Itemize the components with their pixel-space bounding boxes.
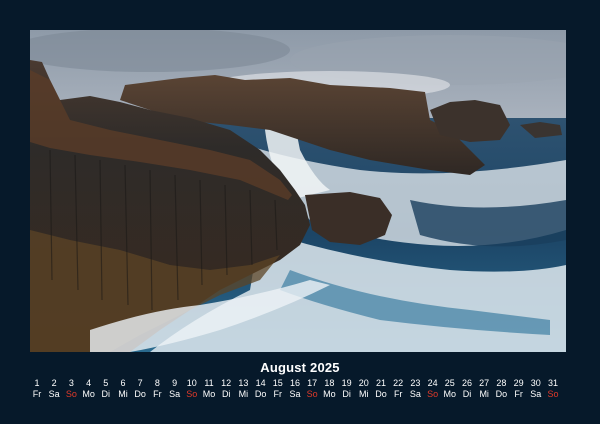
calendar-day: 11 Mo <box>201 378 217 400</box>
calendar-day: 24 So <box>425 378 441 400</box>
day-number: 30 <box>530 378 541 388</box>
day-number: 8 <box>154 378 160 388</box>
day-number: 3 <box>68 378 74 388</box>
calendar-day: 18 Mo <box>321 378 337 400</box>
day-number: 27 <box>479 378 490 388</box>
day-number: 22 <box>393 378 404 388</box>
day-number: 28 <box>496 378 507 388</box>
day-number: 18 <box>324 378 335 388</box>
coastline-photo <box>30 30 566 352</box>
coastline-photo-image <box>30 30 566 352</box>
calendar-day: 15 Fr <box>270 378 286 400</box>
day-weekday: Mi <box>118 389 128 399</box>
day-weekday: Do <box>254 389 267 399</box>
day-number: 25 <box>444 378 455 388</box>
day-weekday: Sa <box>530 389 542 399</box>
day-number: 29 <box>513 378 524 388</box>
calendar-day: 10 So <box>184 378 200 400</box>
day-weekday: Mo <box>82 389 95 399</box>
day-weekday: Fr <box>393 389 403 399</box>
month-title: August 2025 <box>260 360 340 375</box>
day-number: 17 <box>307 378 318 388</box>
day-weekday: Do <box>134 389 146 399</box>
day-weekday: Mo <box>323 389 336 399</box>
calendar-day: 6 Mi <box>115 378 131 400</box>
day-number: 15 <box>272 378 283 388</box>
calendar-day: 14 Do <box>253 378 269 400</box>
calendar-day: 27 Mi <box>476 378 492 400</box>
calendar-day: 23 Sa <box>407 378 423 400</box>
day-weekday: Fr <box>32 389 42 399</box>
calendar-day: 20 Mi <box>356 378 372 400</box>
day-number: 6 <box>120 378 126 388</box>
calendar-day: 1 Fr <box>29 378 45 400</box>
day-number: 23 <box>410 378 421 388</box>
day-number: 13 <box>238 378 249 388</box>
calendar-day: 5 Di <box>98 378 114 400</box>
day-number: 4 <box>86 378 92 388</box>
day-weekday: Fr <box>153 389 162 399</box>
day-weekday: So <box>65 389 77 399</box>
calendar-day: 31 So <box>545 378 561 400</box>
calendar-day: 22 Fr <box>390 378 406 400</box>
day-weekday: So <box>186 389 198 399</box>
day-number: 24 <box>427 378 438 388</box>
day-number: 5 <box>103 378 109 388</box>
day-weekday: Do <box>375 389 387 399</box>
day-number: 11 <box>204 378 214 388</box>
calendar-day: 29 Fr <box>511 378 527 400</box>
day-weekday: Fr <box>514 389 523 399</box>
day-weekday: So <box>547 389 559 399</box>
day-number: 10 <box>186 378 197 388</box>
calendar-day: 30 Sa <box>528 378 544 400</box>
day-number: 26 <box>461 378 472 388</box>
day-number: 14 <box>255 378 266 388</box>
calendar-day: 9 Sa <box>167 378 183 400</box>
calendar-day: 28 Do <box>493 378 509 400</box>
day-number: 31 <box>547 378 558 388</box>
calendar-day: 12 Di <box>218 378 234 400</box>
day-number: 7 <box>137 378 143 388</box>
day-number: 1 <box>34 378 40 388</box>
calendar-day: 13 Mi <box>235 378 251 400</box>
calendar-day: 17 So <box>304 378 320 400</box>
day-weekday: So <box>427 389 439 399</box>
day-weekday: Fr <box>273 389 283 399</box>
day-weekday: Mi <box>359 389 369 399</box>
calendar-day: 16 Sa <box>287 378 303 400</box>
calendar-day: 26 Di <box>459 378 475 400</box>
day-weekday: Mi <box>238 389 249 399</box>
day-weekday: Mo <box>443 389 457 399</box>
calendar-day: 25 Mo <box>442 378 458 400</box>
calendar-day: 4 Mo <box>81 378 97 400</box>
day-number: 16 <box>289 378 300 388</box>
calendar-day: 7 Do <box>132 378 148 400</box>
day-number: 21 <box>375 378 386 388</box>
day-weekday: Mo <box>202 389 216 399</box>
calendar-day-strip: 1 Fr 2 Sa 3 So 4 Mo 5 Di 6 Mi 7 Do 8 Fr 9 Sa 10 So 11 Mo 12 Di 1… <box>29 378 569 402</box>
day-weekday: So <box>306 389 318 399</box>
calendar-day: 3 So <box>63 378 79 400</box>
day-weekday: Sa <box>409 389 421 399</box>
day-weekday: Di <box>101 389 111 399</box>
day-weekday: Di <box>342 389 351 399</box>
day-weekday: Di <box>221 389 231 399</box>
day-number: 2 <box>51 378 57 388</box>
calendar-day: 8 Fr <box>149 378 165 400</box>
calendar-day: 21 Do <box>373 378 389 400</box>
day-weekday: Sa <box>48 389 60 399</box>
day-number: 19 <box>341 378 352 388</box>
day-weekday: Do <box>495 389 508 399</box>
day-weekday: Sa <box>169 389 181 399</box>
day-number: 9 <box>172 378 178 388</box>
day-weekday: Mi <box>479 389 489 399</box>
day-number: 12 <box>221 378 232 388</box>
day-number: 20 <box>358 378 369 388</box>
day-weekday: Di <box>462 389 472 399</box>
calendar-day: 2 Sa <box>46 378 62 400</box>
calendar-day: 19 Di <box>339 378 355 400</box>
day-weekday: Sa <box>289 389 301 399</box>
